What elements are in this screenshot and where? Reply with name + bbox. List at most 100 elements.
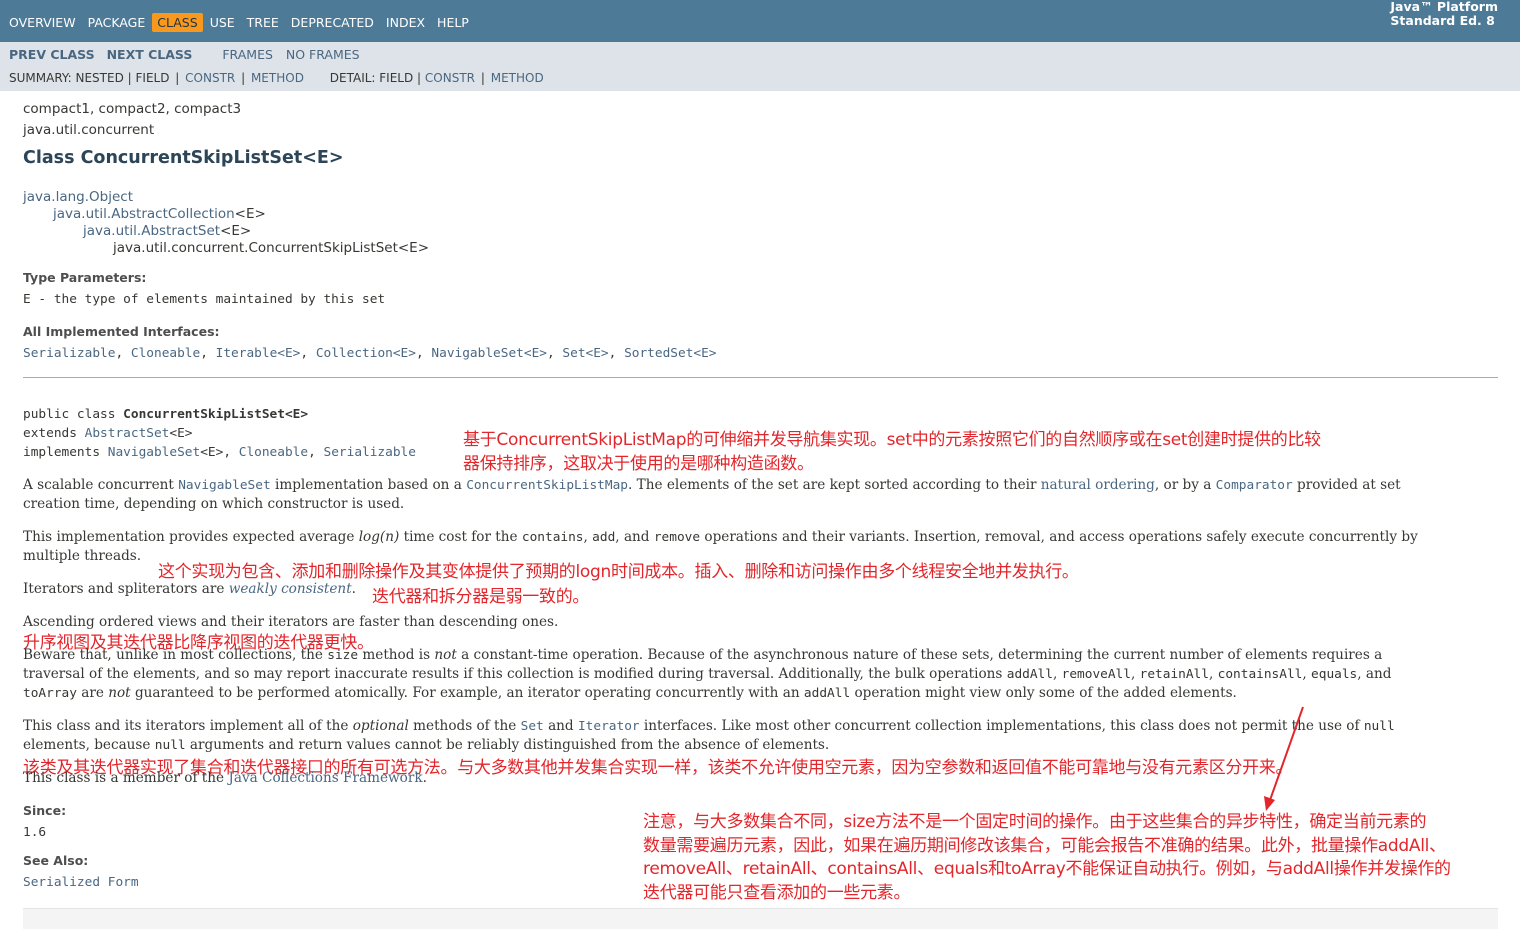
text-run: , and <box>615 529 654 545</box>
platform-line1: Java™ Platform <box>1390 0 1498 14</box>
text-run: This class and its iterators implement a… <box>23 718 353 734</box>
code-run: equals <box>1311 667 1358 682</box>
no-frames-link[interactable]: NO FRAMES <box>286 47 360 62</box>
interface-link[interactable]: Collection<E> <box>316 346 416 361</box>
nav-help[interactable]: HELP <box>437 13 469 32</box>
annotation-6-line4: 迭代器可能只查看添加的一些元素。 <box>643 882 911 903</box>
code-run: contains <box>521 530 584 545</box>
sig-interface-link[interactable]: Cloneable <box>239 445 308 460</box>
desc-paragraph-1-line2: creation time, depending on which constr… <box>23 496 405 512</box>
nav-deprecated[interactable]: DEPRECATED <box>291 13 374 32</box>
section-divider <box>23 377 1498 378</box>
weakly-consistent-link[interactable]: weakly consistent <box>229 581 352 597</box>
sub-nav-bar: PREV CLASS NEXT CLASS FRAMES NO FRAMES S… <box>0 42 1520 91</box>
text-run: elements, because <box>23 737 155 753</box>
type-params-label: Type Parameters: <box>23 270 147 285</box>
text-run: methods of the <box>408 718 521 734</box>
frames-link[interactable]: FRAMES <box>222 47 273 62</box>
sig-interface-link[interactable]: Serializable <box>324 445 416 460</box>
text-run: traversal of the elements, and so may re… <box>23 666 1007 682</box>
interface-link[interactable]: SortedSet<E> <box>624 346 716 361</box>
text-run: This implementation provides expected av… <box>23 529 359 545</box>
sig-superclass-link[interactable]: AbstractSet <box>85 426 170 441</box>
text-run: log(n) <box>358 529 400 545</box>
prev-class-link[interactable]: PREV CLASS <box>9 47 95 62</box>
natural-ordering-link[interactable]: natural ordering <box>1041 477 1155 493</box>
desc-paragraph-6-line2: elements, because null arguments and ret… <box>23 737 829 753</box>
annotation-1-line2: 器保持排序，这取决于使用的是哪种构造函数。 <box>463 454 814 474</box>
sig-part: public class <box>23 407 124 422</box>
since-label: Since: <box>23 803 67 818</box>
nav-index[interactable]: INDEX <box>386 13 425 32</box>
desc-paragraph-5: Beware that, unlike in most collections,… <box>23 647 1382 663</box>
separator: | <box>175 71 180 85</box>
text-run: , <box>1302 666 1312 682</box>
collections-framework-link[interactable]: Java Collections Framework <box>228 770 422 786</box>
serialized-form-link[interactable]: Serialized Form <box>23 875 139 890</box>
interfaces-label: All Implemented Interfaces: <box>23 324 220 339</box>
summary-constr-link[interactable]: CONSTR <box>185 71 235 85</box>
code-run: add <box>592 530 616 545</box>
hierarchy-item: java.util.AbstractCollection<E> <box>53 206 266 222</box>
annotation-6-line3: removeAll、retainAll、containsAll、equals和t… <box>643 859 1451 879</box>
hierarchy-abstract-collection[interactable]: java.util.AbstractCollection <box>53 206 235 222</box>
desc-paragraph-2-line2: multiple threads. <box>23 548 142 564</box>
text-run: optional <box>352 718 409 734</box>
code-run: addAll <box>803 686 851 701</box>
sig-part: extends <box>23 426 85 441</box>
separator: | <box>480 71 485 85</box>
nav-overview[interactable]: OVERVIEW <box>9 13 76 32</box>
package-name: java.util.concurrent <box>23 122 155 138</box>
next-class-link[interactable]: NEXT CLASS <box>107 47 193 62</box>
interface-link[interactable]: NavigableSet<E> <box>431 346 547 361</box>
code-run: containsAll <box>1217 667 1303 682</box>
platform-line2: Standard Ed. 8 <box>1390 13 1495 28</box>
annotation-2: 这个实现为包含、添加和删除操作及其变体提供了预期的logn时间成本。插入、删除和… <box>158 562 1079 582</box>
hierarchy-current: java.util.concurrent.ConcurrentSkipListS… <box>113 240 430 256</box>
navigableset-link[interactable]: NavigableSet <box>178 478 270 493</box>
detail-method-link[interactable]: METHOD <box>491 71 544 85</box>
iterator-link[interactable]: Iterator <box>578 719 640 734</box>
sub-nav-row1: PREV CLASS NEXT CLASS FRAMES NO FRAMES <box>9 47 360 62</box>
text-run: not <box>108 685 131 701</box>
interface-link[interactable]: Iterable<E> <box>216 346 301 361</box>
annotation-3: 迭代器和拆分器是弱一致的。 <box>372 587 590 607</box>
concurrentskiplistmap-link[interactable]: ConcurrentSkipListMap <box>466 478 628 493</box>
interface-link[interactable]: Set<E> <box>562 346 608 361</box>
nav-use[interactable]: USE <box>210 13 235 32</box>
summary-box-edge <box>23 908 1498 929</box>
text-run: , <box>1130 666 1140 682</box>
interface-link[interactable]: Serializable <box>23 346 115 361</box>
set-link[interactable]: Set <box>521 719 544 734</box>
separator: | <box>241 71 246 85</box>
text-run: and <box>543 718 578 734</box>
detail-label: DETAIL: FIELD | <box>329 71 422 85</box>
summary-method-link[interactable]: METHOD <box>251 71 304 85</box>
sig-class-name: ConcurrentSkipListSet<E> <box>123 407 309 422</box>
summary-field: FIELD <box>135 71 170 85</box>
nav-package[interactable]: PACKAGE <box>88 13 146 32</box>
code-run: null <box>1363 719 1395 734</box>
annotation-6: 注意，与大多数集合不同，size方法不是一个固定时间的操作。由于这些集合的异步特… <box>643 811 1451 905</box>
hierarchy-abstract-set[interactable]: java.util.AbstractSet <box>83 223 220 239</box>
code-run: size <box>327 648 359 663</box>
sig-interface-link[interactable]: NavigableSet <box>108 445 200 460</box>
text-run: , <box>1052 666 1062 682</box>
platform-label: Java™ Platform Standard Ed. 8 <box>1390 0 1498 28</box>
comparator-link[interactable]: Comparator <box>1216 478 1293 493</box>
desc-paragraph-6: This class and its iterators implement a… <box>23 718 1395 734</box>
hierarchy-object[interactable]: java.lang.Object <box>23 189 133 205</box>
code-run: retainAll <box>1139 667 1209 682</box>
detail-constr-link[interactable]: CONSTR <box>425 71 475 85</box>
type-params-value: E - the type of elements maintained by t… <box>23 292 386 307</box>
interface-link[interactable]: Cloneable <box>131 346 200 361</box>
nav-tree[interactable]: TREE <box>247 13 279 32</box>
nav-class[interactable]: CLASS <box>152 13 203 32</box>
top-nav-bar: OVERVIEW PACKAGE CLASS USE TREE DEPRECAT… <box>0 0 1520 42</box>
sig-part: , <box>308 445 324 460</box>
text-run: implementation based on a <box>270 477 467 493</box>
desc-paragraph-3: Iterators and spliterators are weakly co… <box>23 581 356 597</box>
annotation-6-line1: 注意，与大多数集合不同，size方法不是一个固定时间的操作。由于这些集合的异步特… <box>643 812 1427 832</box>
code-run: removeAll <box>1061 667 1131 682</box>
text-run: Iterators and spliterators are <box>23 581 229 597</box>
